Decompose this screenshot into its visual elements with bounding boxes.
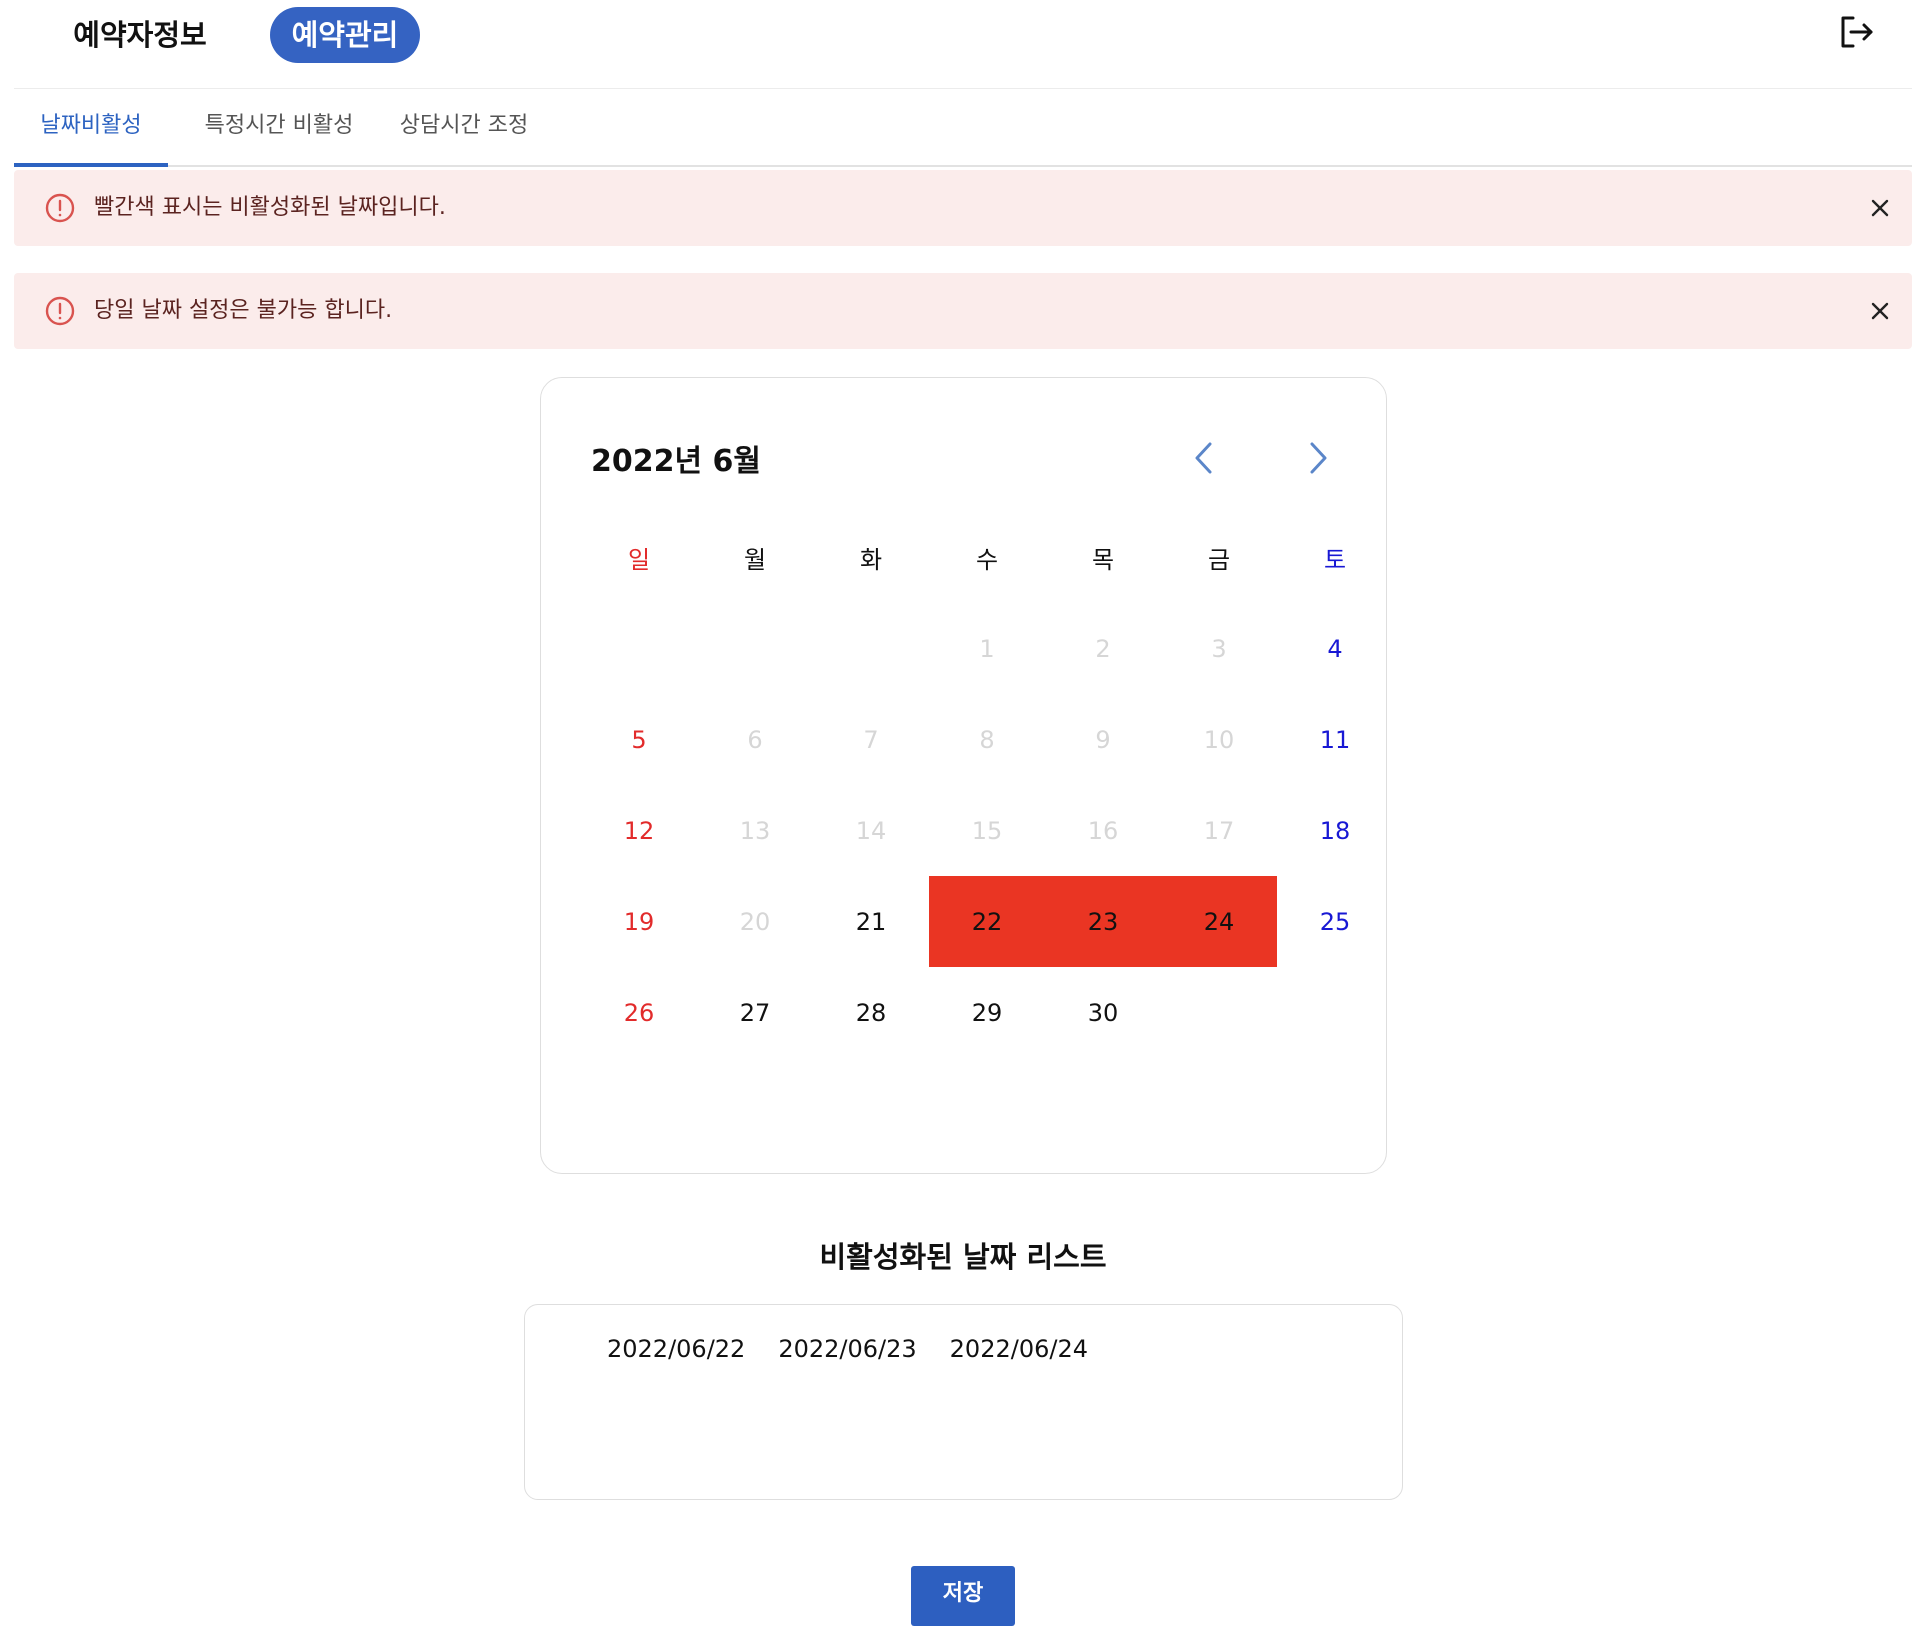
calendar-day-empty bbox=[1277, 967, 1393, 1058]
calendar-day-21[interactable]: 21 bbox=[813, 876, 929, 967]
disabled-date-item[interactable]: 2022/06/24 bbox=[950, 1335, 1088, 1363]
weekday-mon: 월 bbox=[743, 545, 767, 574]
alert-today-info: 당일 날짜 설정은 불가능 합니다. bbox=[14, 273, 1912, 349]
chevron-right-icon[interactable] bbox=[1303, 438, 1333, 478]
weekday-wed: 수 bbox=[975, 545, 999, 574]
alert-text: 빨간색 표시는 비활성화된 날짜입니다. bbox=[94, 195, 446, 220]
calendar-week: 5 6 7 8 9 10 11 bbox=[581, 694, 1393, 785]
app-root: 예약자정보 예약관리 날짜비활성 특정시간 비활성 상담시간 조정 빨간색 표시… bbox=[0, 0, 1926, 1626]
alert-circle-icon bbox=[44, 192, 76, 224]
weekday-sat: 토 bbox=[1323, 545, 1347, 574]
save-button[interactable]: 저장 bbox=[911, 1566, 1015, 1626]
calendar-day-1[interactable]: 1 bbox=[929, 603, 1045, 694]
calendar-day-29[interactable]: 29 bbox=[929, 967, 1045, 1058]
calendar-day-14[interactable]: 14 bbox=[813, 785, 929, 876]
calendar-day-30[interactable]: 30 bbox=[1045, 967, 1161, 1058]
close-icon[interactable] bbox=[1867, 195, 1893, 221]
calendar-day-12[interactable]: 12 bbox=[581, 785, 697, 876]
calendar-day-empty bbox=[697, 603, 813, 694]
disabled-date-items: 2022/06/22 2022/06/23 2022/06/24 bbox=[607, 1335, 1121, 1363]
calendar-week: 1234 bbox=[581, 603, 1393, 694]
calendar-title: 2022년 6월 bbox=[591, 444, 762, 479]
calendar-day-28[interactable]: 28 bbox=[813, 967, 929, 1058]
calendar-day-17[interactable]: 17 bbox=[1161, 785, 1277, 876]
tab-date-disable[interactable]: 날짜비활성 bbox=[14, 89, 168, 167]
weekday-tue: 화 bbox=[859, 545, 883, 574]
tab-consult-time[interactable]: 상담시간 조정 bbox=[384, 89, 544, 167]
calendar-day-16[interactable]: 16 bbox=[1045, 785, 1161, 876]
weekday-thu: 목 bbox=[1091, 545, 1115, 574]
calendar-day-22[interactable]: 22 bbox=[929, 876, 1045, 967]
calendar-day-27[interactable]: 27 bbox=[697, 967, 813, 1058]
calendar-day-empty bbox=[1161, 967, 1277, 1058]
disabled-date-item[interactable]: 2022/06/23 bbox=[778, 1335, 916, 1363]
close-icon[interactable] bbox=[1867, 298, 1893, 324]
calendar-day-8[interactable]: 8 bbox=[929, 694, 1045, 785]
calendar-day-empty bbox=[581, 603, 697, 694]
calendar-day-7[interactable]: 7 bbox=[813, 694, 929, 785]
disabled-list-heading: 비활성화된 날짜 리스트 bbox=[819, 1240, 1107, 1274]
calendar-week: 12 13 14 15 16 17 18 bbox=[581, 785, 1393, 876]
calendar-day-5[interactable]: 5 bbox=[581, 694, 697, 785]
disabled-date-list: 2022/06/22 2022/06/23 2022/06/24 bbox=[524, 1304, 1403, 1500]
alert-text: 당일 날짜 설정은 불가능 합니다. bbox=[94, 298, 393, 323]
calendar-day-11[interactable]: 11 bbox=[1277, 694, 1393, 785]
weekday-sun: 일 bbox=[627, 545, 651, 574]
alert-circle-icon bbox=[44, 295, 76, 327]
alert-disabled-info: 빨간색 표시는 비활성화된 날짜입니다. bbox=[14, 170, 1912, 246]
calendar-grid: 일 월 화 수 목 금 토 1 2 3 4 5 6 7 8 9 10 11 12 13 14 15 16 17 1… bbox=[581, 511, 1393, 1058]
nav-reservation-info[interactable]: 예약자정보 bbox=[60, 7, 220, 63]
calendar-week: 26 27 28 29 30 bbox=[581, 967, 1393, 1058]
calendar-day-6[interactable]: 6 bbox=[697, 694, 813, 785]
nav-reservation-manage[interactable]: 예약관리 bbox=[270, 7, 420, 63]
calendar-day-4[interactable]: 4 bbox=[1277, 603, 1393, 694]
tab-bar: 날짜비활성 특정시간 비활성 상담시간 조정 bbox=[14, 89, 1912, 167]
calendar-day-9[interactable]: 9 bbox=[1045, 694, 1161, 785]
calendar-day-25[interactable]: 25 bbox=[1277, 876, 1393, 967]
calendar-day-empty bbox=[813, 603, 929, 694]
calendar-day-23[interactable]: 23 bbox=[1045, 876, 1161, 967]
calendar-week: 19 20 21 22 23 24 25 bbox=[581, 876, 1393, 967]
calendar-day-10[interactable]: 10 bbox=[1161, 694, 1277, 785]
logout-icon[interactable] bbox=[1836, 12, 1876, 52]
calendar-day-18[interactable]: 18 bbox=[1277, 785, 1393, 876]
top-nav: 예약자정보 예약관리 bbox=[0, 0, 1926, 88]
calendar-day-19[interactable]: 19 bbox=[581, 876, 697, 967]
disabled-date-item[interactable]: 2022/06/22 bbox=[607, 1335, 745, 1363]
calendar-day-26[interactable]: 26 bbox=[581, 967, 697, 1058]
calendar-day-24[interactable]: 24 bbox=[1161, 876, 1277, 967]
calendar: 2022년 6월 일 월 화 수 목 금 토 1 2 3 4 5 6 7 8 9 10 11 12 13… bbox=[540, 377, 1387, 1174]
calendar-day-13[interactable]: 13 bbox=[697, 785, 813, 876]
chevron-left-icon[interactable] bbox=[1189, 438, 1219, 478]
weekday-fri: 금 bbox=[1207, 545, 1231, 574]
weekday-header: 일 월 화 수 목 금 토 bbox=[581, 511, 1393, 603]
tab-time-disable[interactable]: 특정시간 비활성 bbox=[184, 89, 374, 167]
calendar-day-20[interactable]: 20 bbox=[697, 876, 813, 967]
calendar-day-2[interactable]: 2 bbox=[1045, 603, 1161, 694]
calendar-day-15[interactable]: 15 bbox=[929, 785, 1045, 876]
calendar-day-3[interactable]: 3 bbox=[1161, 603, 1277, 694]
calendar-days: 1 2 3 4 5 6 7 8 9 10 11 12 13 14 15 16 17 18 19 20 21 22 23 24 2… bbox=[581, 603, 1393, 1058]
